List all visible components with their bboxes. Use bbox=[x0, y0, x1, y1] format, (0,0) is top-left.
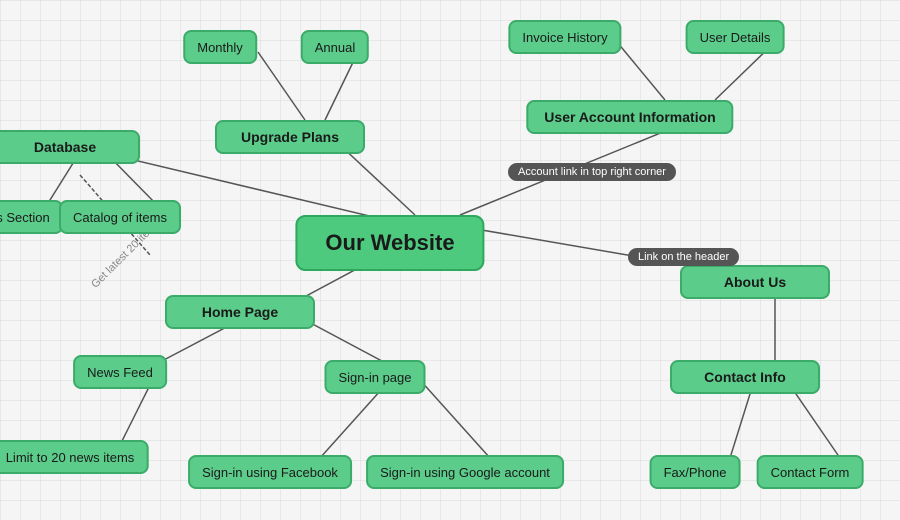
contact-info-node[interactable]: Contact Info bbox=[670, 360, 820, 394]
upgrade-plans-node[interactable]: Upgrade Plans bbox=[215, 120, 365, 154]
limit-news-node[interactable]: Limit to 20 news items bbox=[0, 440, 148, 474]
invoice-history-node[interactable]: Invoice History bbox=[508, 20, 621, 54]
account-link-label: Account link in top right corner bbox=[508, 163, 676, 181]
link-header-label: Link on the header bbox=[628, 248, 739, 266]
user-details-node[interactable]: User Details bbox=[686, 20, 785, 54]
news-feed-node[interactable]: News Feed bbox=[73, 355, 167, 389]
monthly-node[interactable]: Monthly bbox=[183, 30, 257, 64]
fax-phone-node[interactable]: Fax/Phone bbox=[650, 455, 741, 489]
annual-node[interactable]: Annual bbox=[301, 30, 369, 64]
our-website-node[interactable]: Our Website bbox=[295, 215, 484, 271]
signin-page-node[interactable]: Sign-in page bbox=[325, 360, 426, 394]
contact-form-node[interactable]: Contact Form bbox=[757, 455, 864, 489]
home-page-node[interactable]: Home Page bbox=[165, 295, 315, 329]
catalog-node[interactable]: Catalog of items bbox=[59, 200, 181, 234]
signin-google-node[interactable]: Sign-in using Google account bbox=[366, 455, 564, 489]
news-section-node[interactable]: News Section bbox=[0, 200, 64, 234]
user-account-node[interactable]: User Account Information bbox=[526, 100, 733, 134]
signin-fb-node[interactable]: Sign-in using Facebook bbox=[188, 455, 352, 489]
database-node[interactable]: Database bbox=[0, 130, 140, 164]
about-us-node[interactable]: About Us bbox=[680, 265, 830, 299]
